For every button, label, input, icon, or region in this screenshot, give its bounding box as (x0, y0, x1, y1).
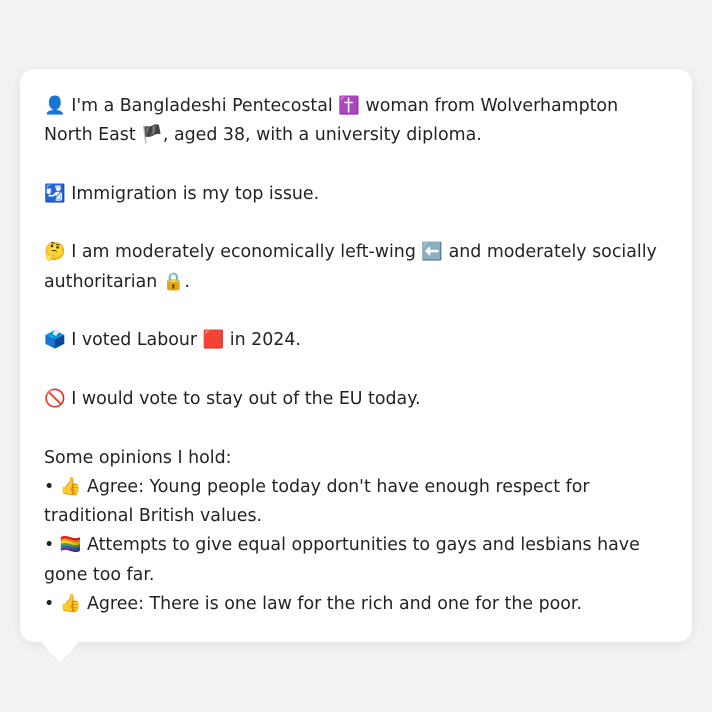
issue-paragraph: 🛂 Immigration is my top issue. (44, 180, 668, 209)
bio-text-3: , aged 38, with a university diploma. (162, 125, 482, 146)
bubble-tail (40, 641, 80, 663)
red-square-icon: 🟥 (202, 330, 225, 351)
opinion-item: • 👍 Agree: Young people today don't have… (44, 473, 668, 532)
persona-message-bubble: 👤 I'm a Bangladeshi Pentecostal ✝️ woman… (20, 69, 692, 642)
prohibited-icon: 🚫 (44, 388, 66, 409)
opinion-item: • 🏳️‍🌈 Attempts to give equal opportunit… (44, 531, 668, 590)
issue-text: Immigration is my top issue. (71, 183, 320, 204)
eu-paragraph: 🚫 I would vote to stay out of the EU tod… (44, 385, 668, 414)
ideology-text-3: . (184, 271, 190, 292)
thumbs-up-icon: 👍 (59, 594, 82, 615)
opinion-text: Attempts to give equal opportunities to … (44, 535, 640, 585)
vote-paragraph: 🗳️ I voted Labour 🟥 in 2024. (44, 326, 668, 355)
england-flag-icon: 🏴 (141, 125, 163, 146)
left-arrow-icon: ⬅️ (421, 242, 444, 263)
thumbs-up-icon: 👍 (59, 476, 82, 497)
opinion-item: • 👍 Agree: There is one law for the rich… (44, 590, 668, 619)
vote-text-1: I voted Labour (71, 330, 198, 351)
ideology-text-1: I am moderately economically left-wing (71, 242, 416, 263)
opinion-text: Agree: Young people today don't have eno… (44, 476, 590, 527)
passport-control-icon: 🛂 (44, 183, 66, 204)
bullet: • (44, 594, 55, 615)
eu-text: I would vote to stay out of the EU today… (71, 388, 421, 409)
bullet: • (44, 476, 55, 497)
lock-icon: 🔒 (162, 271, 185, 292)
opinions-heading: Some opinions I hold: (44, 447, 232, 468)
bio-text-1: I'm a Bangladeshi Pentecostal (71, 96, 333, 116)
ballot-box-icon: 🗳️ (44, 330, 66, 351)
vote-text-2: in 2024. (229, 330, 301, 351)
person-icon: 👤 (44, 96, 66, 116)
cross-icon: ✝️ (338, 96, 360, 116)
opinions-section: Some opinions I hold: • 👍 Agree: Young p… (44, 444, 668, 620)
opinion-text: Agree: There is one law for the rich and… (86, 594, 583, 615)
ideology-paragraph: 🤔 I am moderately economically left-wing… (44, 238, 668, 297)
bullet: • (44, 535, 55, 556)
thinking-face-icon: 🤔 (44, 242, 66, 263)
rainbow-flag-icon: 🏳️‍🌈 (59, 535, 82, 556)
bio-paragraph: 👤 I'm a Bangladeshi Pentecostal ✝️ woman… (44, 92, 668, 151)
